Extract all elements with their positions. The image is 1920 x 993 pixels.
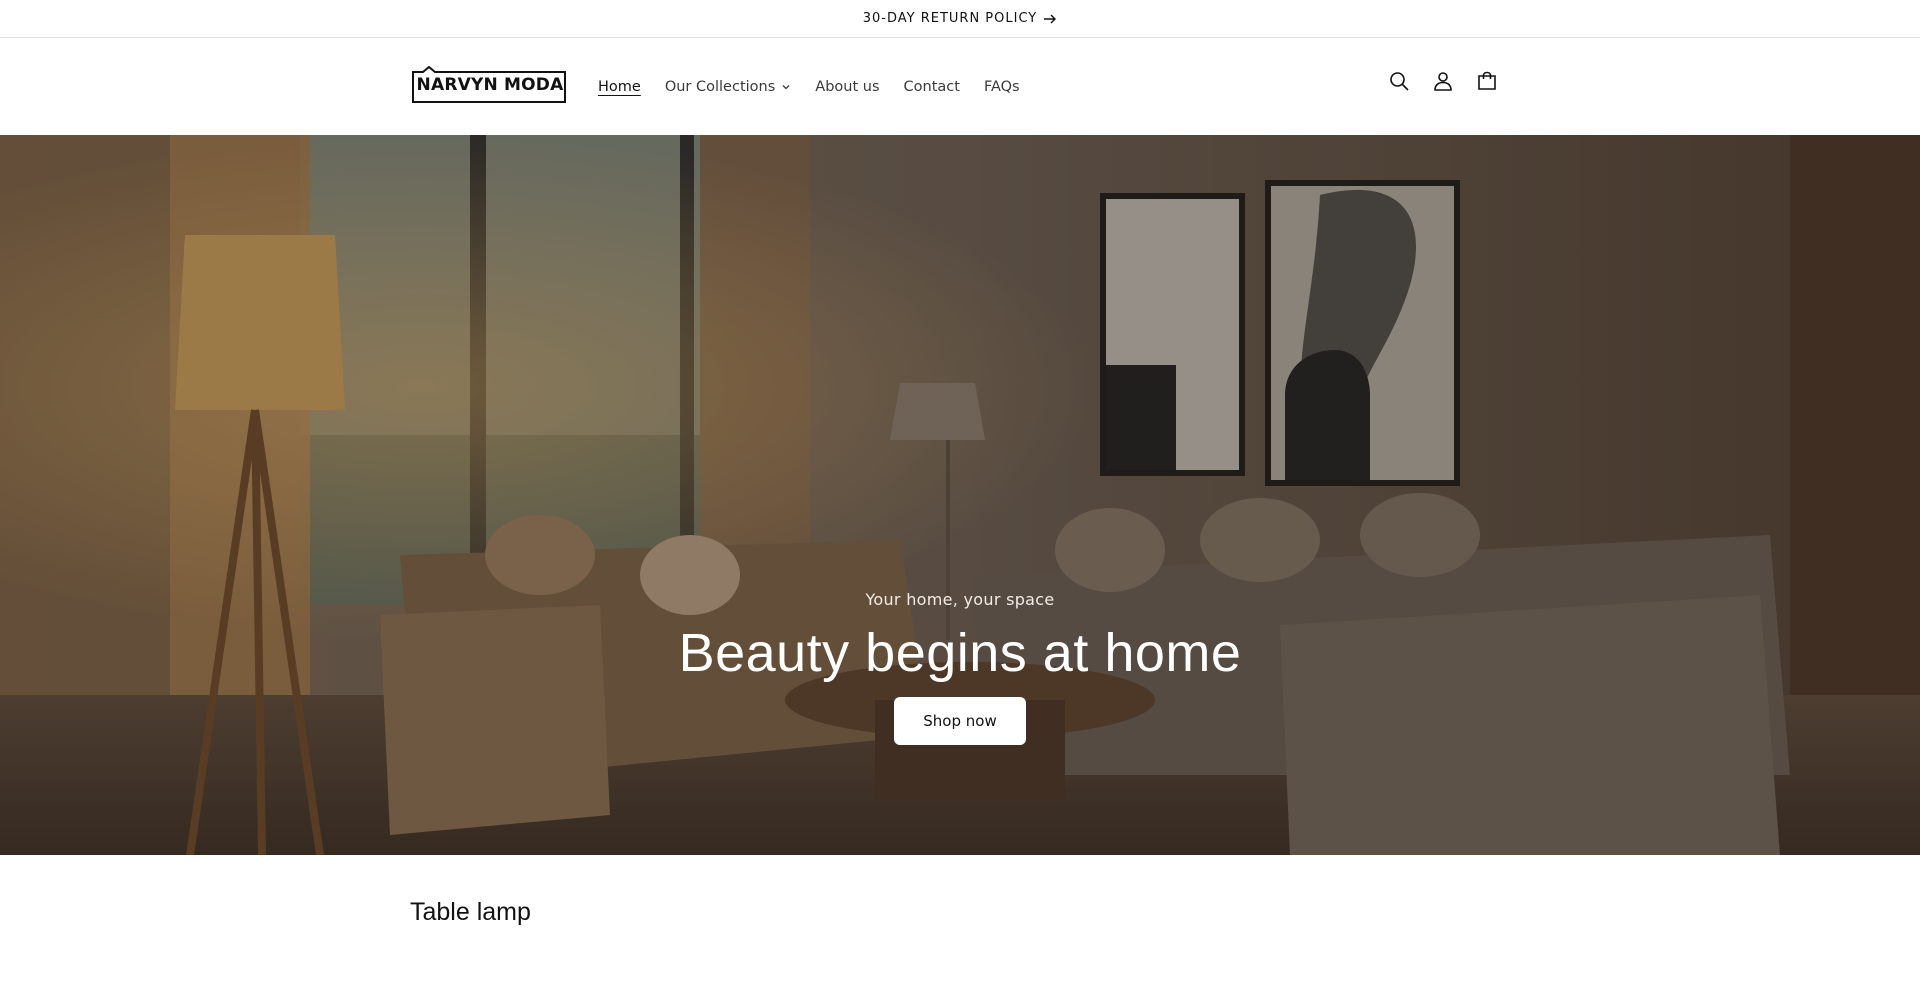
logo-text: NARVYN MODA: [416, 75, 564, 95]
nav-item-about[interactable]: About us: [815, 79, 879, 95]
account-icon: [1434, 72, 1452, 91]
hero-subheading: Your home, your space: [865, 590, 1055, 609]
main-nav: Home Our Collections About us Contact FA…: [598, 38, 1044, 135]
nav-item-collections[interactable]: Our Collections: [665, 79, 791, 95]
account-button[interactable]: [1430, 68, 1456, 94]
nav-label-home: Home: [598, 78, 641, 95]
hero-content: Your home, your space Beauty begins at h…: [0, 590, 1920, 745]
nav-item-home[interactable]: Home: [598, 79, 641, 95]
header-icons: [1386, 68, 1500, 94]
site-header: NARVYN MODA Home Our Collections About u…: [0, 38, 1920, 135]
hero-heading: Beauty begins at home: [678, 623, 1242, 683]
hero-background-image: [0, 135, 1920, 855]
arrow-right-icon: [1044, 14, 1057, 23]
announcement-bar: 30-DAY RETURN POLICY: [0, 0, 1920, 38]
logo[interactable]: NARVYN MODA: [411, 66, 569, 104]
nav-item-contact[interactable]: Contact: [904, 79, 960, 95]
nav-label-contact: Contact: [903, 78, 960, 95]
nav-label-collections: Our Collections: [664, 78, 776, 95]
cart-icon: [1478, 71, 1496, 90]
announcement-text: 30-DAY RETURN POLICY: [862, 11, 1038, 26]
nav-label-faqs: FAQs: [983, 78, 1020, 95]
hero-banner: Your home, your space Beauty begins at h…: [0, 135, 1920, 855]
section-title: Table lamp: [410, 898, 531, 926]
search-icon: [1390, 72, 1409, 91]
announcement-link[interactable]: 30-DAY RETURN POLICY: [863, 11, 1058, 26]
search-button[interactable]: [1386, 68, 1412, 94]
chevron-down-icon: [782, 84, 790, 89]
nav-label-about: About us: [815, 78, 880, 95]
nav-item-faqs[interactable]: FAQs: [984, 79, 1020, 95]
shop-now-button[interactable]: Shop now: [894, 697, 1026, 745]
cart-button[interactable]: [1474, 68, 1500, 94]
